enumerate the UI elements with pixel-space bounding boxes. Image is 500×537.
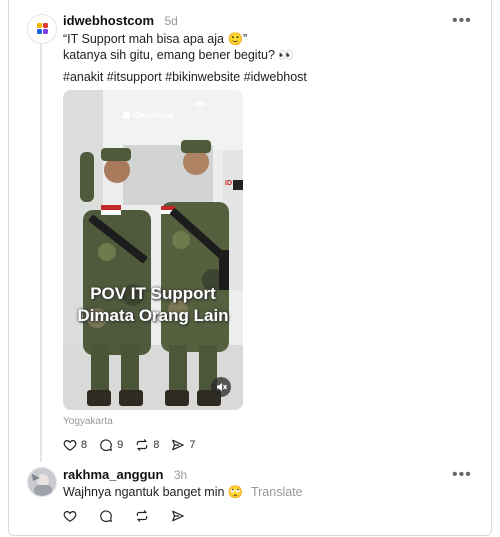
- reply-avatar[interactable]: [27, 467, 57, 497]
- post-header: idwebhostcom 5d: [63, 12, 178, 30]
- share-count: 7: [189, 439, 196, 451]
- reply-button[interactable]: 9: [99, 438, 123, 452]
- heart-icon: [63, 511, 77, 522]
- reply-time[interactable]: 3h: [174, 468, 187, 482]
- send-icon: [172, 439, 185, 451]
- thread-line: [40, 44, 42, 462]
- post-more-icon[interactable]: •••: [452, 13, 472, 29]
- repost-button[interactable]: 8: [135, 438, 159, 452]
- mute-button[interactable]: [211, 377, 231, 397]
- post-hashtags[interactable]: #anakit #itsupport #bikinwebsite #idwebh…: [63, 69, 307, 86]
- reply-comment-button[interactable]: [99, 509, 117, 523]
- post-text-line-2: katanya sih gitu, emang bener begitu? 👀: [63, 48, 294, 62]
- reply-header: rakhma_anggun 3h: [63, 466, 187, 484]
- reply-body: Wajhnya ngantuk banget min 🙄 Translate: [63, 484, 303, 501]
- post-location[interactable]: Yogyakarta: [63, 416, 113, 427]
- idwebhost-logo-icon: [28, 15, 56, 43]
- post-text-line-1: “IT Support mah bisa apa aja 🙂”: [63, 32, 248, 46]
- post-username[interactable]: idwebhostcom: [63, 13, 154, 28]
- reply-count: 9: [117, 439, 124, 451]
- heart-icon: [63, 440, 77, 451]
- post-actions: 8 9 8 7: [63, 438, 208, 452]
- brand-logo-icon: [123, 112, 130, 119]
- reply-username[interactable]: rakhma_anggun: [63, 467, 163, 482]
- post-video[interactable]: IDwebhost ID POV IT Support Dimata Orang…: [63, 90, 243, 410]
- reply-text: Wajhnya ngantuk banget min 🙄: [63, 485, 244, 499]
- video-side-tag: ID: [225, 180, 232, 187]
- reply-share-button[interactable]: [171, 509, 189, 523]
- reply-repost-button[interactable]: [135, 509, 153, 523]
- video-caption: POV IT Support Dimata Orang Lain: [63, 283, 243, 327]
- repost-icon: [136, 510, 148, 522]
- user-photo-icon: [28, 468, 56, 496]
- thread-card: idwebhostcom 5d ••• “IT Support mah bisa…: [8, 0, 492, 536]
- repost-count: 8: [153, 439, 160, 451]
- share-button[interactable]: 7: [171, 438, 196, 452]
- video-caption-line-2: Dimata Orang Lain: [77, 306, 229, 325]
- video-caption-line-1: POV IT Support: [90, 284, 216, 303]
- reply-like-button[interactable]: [63, 509, 81, 523]
- video-brand: IDwebhost: [123, 111, 173, 120]
- send-icon: [172, 510, 184, 522]
- comment-icon: [100, 439, 112, 451]
- reply-actions: [63, 509, 201, 523]
- video-frame-soldiers: [63, 90, 243, 410]
- comment-icon: [100, 510, 112, 522]
- like-button[interactable]: 8: [63, 438, 87, 452]
- translate-link[interactable]: Translate: [251, 485, 303, 499]
- idwebhost-avatar[interactable]: [27, 14, 57, 44]
- like-count: 8: [81, 439, 88, 451]
- post-time[interactable]: 5d: [164, 14, 177, 28]
- reply-more-icon[interactable]: •••: [452, 467, 472, 483]
- repost-icon: [137, 439, 148, 451]
- brand-name: IDwebhost: [133, 111, 174, 120]
- mute-icon: [217, 383, 227, 391]
